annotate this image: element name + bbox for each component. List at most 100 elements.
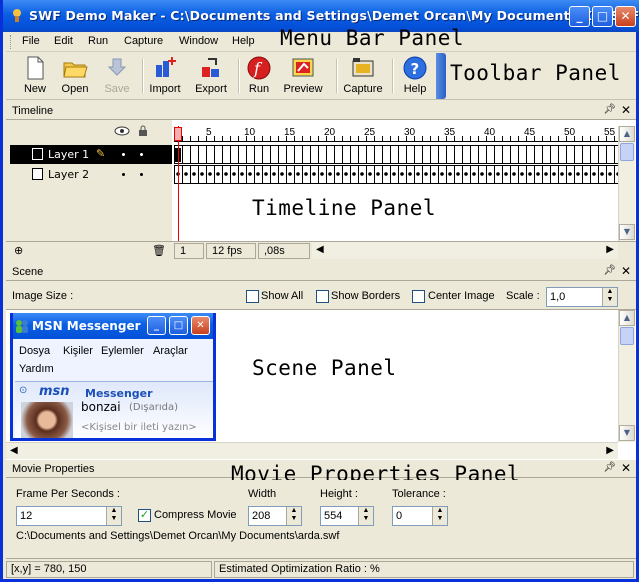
msn-personal-message: <Kişisel bir ileti yazın> xyxy=(81,422,197,433)
app-icon xyxy=(13,9,21,22)
close-icon[interactable]: ✕ xyxy=(621,264,631,278)
scene-canvas[interactable]: MSN Messenger _ □ ✕ Dosya Kişiler Eyleml… xyxy=(6,310,636,460)
center-image-checkbox[interactable] xyxy=(412,290,425,303)
run-button[interactable]: f Run xyxy=(238,55,280,97)
optimization-ratio: Estimated Optimization Ratio : % xyxy=(214,561,634,578)
scroll-down-arrow[interactable]: ▼ xyxy=(619,425,635,441)
menu-file[interactable]: File xyxy=(22,35,40,47)
spinner-arrows[interactable]: ▲ ▼ xyxy=(602,288,617,306)
msn-menu-item: Kişiler xyxy=(63,345,93,357)
toolbar: New Open Save Import Export f Run Previe… xyxy=(6,53,636,100)
show-borders-label: Show Borders xyxy=(331,290,401,302)
close-icon[interactable]: ✕ xyxy=(621,461,631,475)
elapsed-time: ,08s xyxy=(258,243,310,259)
lock-dot[interactable] xyxy=(140,153,143,156)
menu-edit[interactable]: Edit xyxy=(54,35,73,47)
spinner-arrows[interactable]: ▲ ▼ xyxy=(106,507,121,525)
export-button[interactable]: Export xyxy=(190,55,232,97)
minimize-button[interactable]: _ xyxy=(569,6,590,27)
layer-row-1[interactable]: Layer 1 ✎ xyxy=(10,145,172,164)
movie-properties-panel: Frame Per Seconds : 12 ▲ ▼ ✓ Compress Mov… xyxy=(6,480,636,555)
playhead-handle[interactable] xyxy=(174,127,182,141)
new-label: New xyxy=(23,83,46,95)
frame-ruler[interactable]: 1 5 10 15 20 25 30 35 40 45 50 55 xyxy=(174,126,618,142)
layer-row-2[interactable]: Layer 2 xyxy=(10,165,172,184)
scroll-down-arrow[interactable]: ▼ xyxy=(619,224,635,240)
scroll-up-arrow[interactable]: ▲ xyxy=(619,126,635,142)
visibility-dot[interactable] xyxy=(122,153,125,156)
lock-icon[interactable] xyxy=(138,125,148,137)
pin-icon[interactable]: 📌︎ xyxy=(603,462,616,473)
layer-name: Layer 1 xyxy=(48,148,90,161)
new-button[interactable]: New xyxy=(14,55,56,97)
scene-options: Image Size : Show All Show Borders Cente… xyxy=(6,285,636,310)
menu-bar: File Edit Run Capture Window Help Menu B… xyxy=(6,26,636,52)
visibility-dot[interactable] xyxy=(122,173,125,176)
preview-button[interactable]: Preview xyxy=(282,55,324,97)
timeline-title: Timeline xyxy=(12,105,54,117)
menu-capture[interactable]: Capture xyxy=(124,35,163,47)
export-icon xyxy=(202,58,219,77)
add-layer-icon[interactable]: ⊕ xyxy=(14,244,23,257)
status-bar: [x,y] = 780, 150 Estimated Optimization … xyxy=(6,558,636,579)
help-button[interactable]: ? Help xyxy=(394,55,436,97)
scale-spinner[interactable]: 1,0 ▲ ▼ xyxy=(546,287,618,307)
show-borders-checkbox[interactable] xyxy=(316,290,329,303)
scroll-thumb[interactable] xyxy=(620,143,634,161)
open-button[interactable]: Open xyxy=(54,55,96,97)
menu-window[interactable]: Window xyxy=(179,35,218,47)
menu-bar-annotation: Menu Bar Panel xyxy=(280,26,465,50)
pin-icon[interactable]: 📌︎ xyxy=(603,265,616,276)
maximize-button[interactable]: □ xyxy=(592,6,613,27)
capture-button[interactable]: Capture xyxy=(342,55,384,97)
save-button[interactable]: Save xyxy=(96,55,138,97)
scene-hscroll[interactable]: ◀ ▶ xyxy=(6,442,618,459)
window-title: SWF Demo Maker - C:\Documents and Settin… xyxy=(29,8,639,23)
height-spinner[interactable]: 554 ▲ ▼ xyxy=(320,506,374,526)
scale-value: 1,0 xyxy=(550,291,566,303)
lock-dot[interactable] xyxy=(140,173,143,176)
trash-icon[interactable]: 🗑︎ xyxy=(152,244,166,257)
timeline-statusbar: ⊕ 🗑︎ 1 12 fps ,08s ◀ ▶ xyxy=(6,241,636,260)
scroll-up-arrow[interactable]: ▲ xyxy=(619,310,635,326)
layer-icon xyxy=(32,168,43,180)
menu-help[interactable]: Help xyxy=(232,35,255,47)
tolerance-spinner[interactable]: 0 ▲ ▼ xyxy=(392,506,448,526)
width-spinner[interactable]: 208 ▲ ▼ xyxy=(248,506,302,526)
pin-icon[interactable]: 📌︎ xyxy=(603,104,616,115)
spinner-arrows[interactable]: ▲ ▼ xyxy=(358,507,373,525)
output-path: C:\Documents and Settings\Demet Orcan\My… xyxy=(16,530,340,542)
eye-icon[interactable] xyxy=(114,126,130,136)
msn-menu-item: Araçlar xyxy=(153,345,188,357)
scale-label: Scale : xyxy=(506,290,540,302)
run-icon: f xyxy=(247,56,271,80)
spinner-arrows[interactable]: ▲ ▼ xyxy=(286,507,301,525)
msn-close-icon: ✕ xyxy=(191,316,210,335)
import-button[interactable]: Import xyxy=(144,55,186,97)
msn-minimize-icon: _ xyxy=(147,316,166,335)
menu-run[interactable]: Run xyxy=(88,35,108,47)
timeline-annotation: Timeline Panel xyxy=(252,196,437,220)
playhead-line xyxy=(178,126,179,246)
scroll-thumb[interactable] xyxy=(620,327,634,345)
layer-icon xyxy=(32,148,43,160)
ruler-ticks xyxy=(174,136,618,142)
scene-vscroll[interactable]: ▲ ▼ xyxy=(618,310,635,442)
msn-maximize-icon: □ xyxy=(169,316,188,335)
cursor-coords: [x,y] = 780, 150 xyxy=(6,561,212,578)
layer-1-frames[interactable] xyxy=(174,145,618,164)
timeline-hscroll[interactable]: ◀ ▶ xyxy=(312,242,618,259)
fps-spinner[interactable]: 12 ▲ ▼ xyxy=(16,506,122,526)
msn-title: MSN Messenger xyxy=(32,319,141,333)
spinner-arrows[interactable]: ▲ ▼ xyxy=(432,507,447,525)
compress-movie-checkbox[interactable]: ✓ xyxy=(138,509,151,522)
export-label: Export xyxy=(195,83,227,95)
toolbar-annotation: Toolbar Panel xyxy=(450,61,621,85)
close-icon[interactable]: ✕ xyxy=(621,103,631,117)
close-button[interactable]: ✕ xyxy=(615,6,636,27)
timeline-vscroll[interactable]: ▲ ▼ xyxy=(618,126,635,241)
toolbar-chevron[interactable] xyxy=(436,53,446,99)
msn-buddy-icon xyxy=(16,320,28,333)
show-all-checkbox[interactable] xyxy=(246,290,259,303)
msn-brand-sub: Messenger xyxy=(85,387,153,400)
